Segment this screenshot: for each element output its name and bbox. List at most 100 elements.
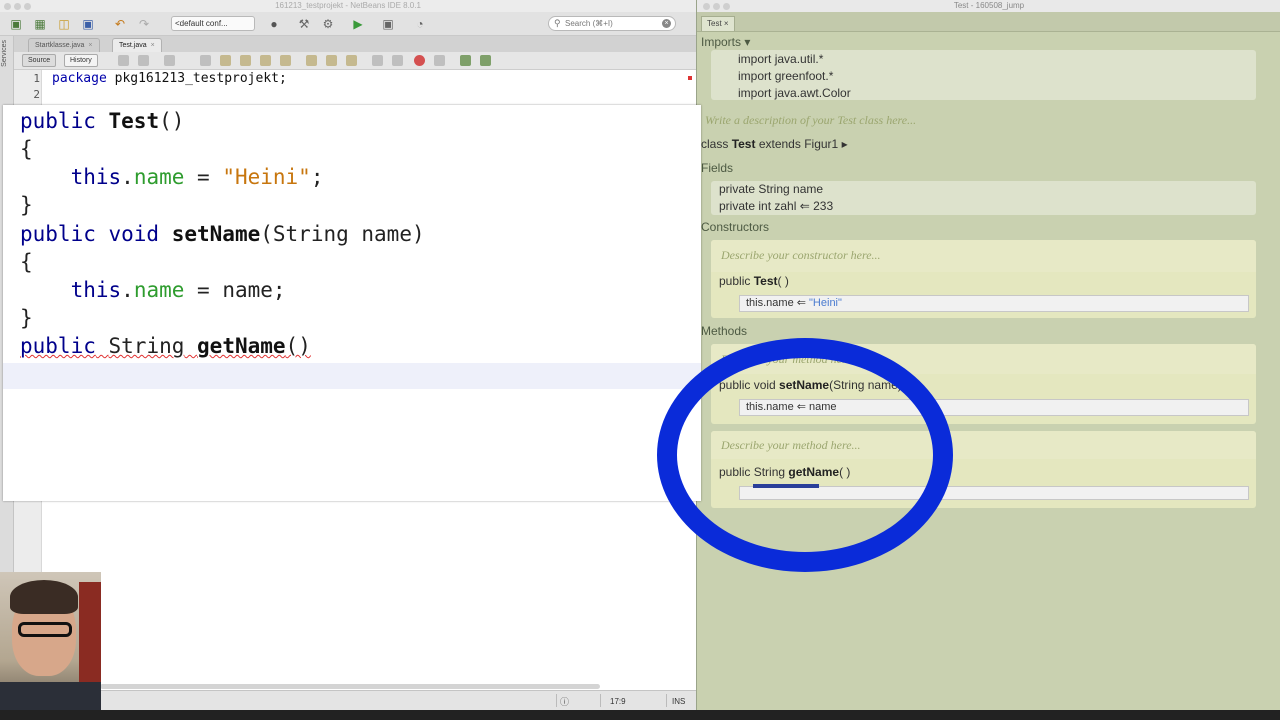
methods-header: Methods [701,324,748,338]
insert-mode: INS [672,697,686,706]
start-macro-icon[interactable] [414,55,425,66]
history-mode-button[interactable]: History [64,54,98,67]
find-next-icon[interactable] [240,55,251,66]
zoom-code-line: public void setName(String name) [20,222,425,246]
source-mode-button[interactable]: Source [22,54,57,67]
new-file-icon[interactable]: ▣ [8,16,24,32]
greenfoot-tab-bar: Test × [697,12,1280,32]
zoom-code-line: public String getName() [20,334,311,358]
status-divider [556,694,557,707]
constructor-statement[interactable]: this.name ⇐ "Heini" [739,295,1249,312]
expand-triangle-icon[interactable]: ▸ [842,137,848,151]
editor-tab-bar: Startklasse.java × Test.java × [14,36,696,52]
redo-icon[interactable]: ↷ [136,16,152,32]
imports-header[interactable]: Imports ▾ [701,35,750,49]
search-input[interactable]: ⚲ Search (⌘+I) × [548,16,676,31]
editor-toolbar: Source History [14,52,696,70]
toggle-bookmark-icon[interactable] [346,55,357,66]
find-icon[interactable] [200,55,211,66]
close-tab-icon[interactable]: × [151,42,155,49]
status-bar: ⓘ 17:9 INS [0,690,696,710]
field-line[interactable]: private int zahl ⇐ 233 [719,199,833,213]
save-all-icon[interactable]: ▣ [80,16,96,32]
debug-icon[interactable]: ▣ [380,16,396,32]
zoom-code-line: { [20,250,33,274]
zoomed-code-overlay: public Test() { this.name = "Heini"; } p… [3,105,701,501]
zoom-code-line: } [20,306,33,330]
shift-right-icon[interactable] [392,55,403,66]
fields-block[interactable]: private String name private int zahl ⇐ 2… [711,181,1256,215]
zoom-window-button[interactable] [723,3,730,10]
constructor-block[interactable]: Describe your constructor here... public… [711,240,1256,318]
search-placeholder: Search (⌘+I) [565,19,613,28]
find-selection-icon[interactable] [260,55,271,66]
search-icon: ⚲ [554,18,561,28]
line-number: 2 [33,88,40,101]
open-project-icon[interactable]: ◫ [56,16,72,32]
status-divider [666,694,667,707]
webcam-hair [10,580,78,614]
zoom-code-line: { [20,137,33,161]
class-declaration[interactable]: class Test extends Figur1 ▸ [701,137,848,151]
code-text: pkg161213_testprojekt; [106,71,287,86]
constructor-description[interactable]: Describe your constructor here... [721,248,881,263]
line-number: 1 [33,72,40,85]
status-divider [600,694,601,707]
horizontal-scrollbar[interactable] [100,684,600,689]
tab-test[interactable]: Test × [701,16,735,31]
close-window-button[interactable] [703,3,710,10]
zoom-code-line: this.name = "Heini"; [70,165,324,189]
close-tab-icon[interactable]: × [724,19,729,28]
stop-macro-icon[interactable] [434,55,445,66]
run-icon[interactable]: ▶ [350,16,366,32]
profile-icon[interactable]: ◔ [412,16,428,32]
zoom-code-line: } [20,193,33,217]
minimize-window-button[interactable] [713,3,720,10]
next-bookmark-icon[interactable] [326,55,337,66]
clear-search-icon[interactable]: × [662,19,671,28]
tab-label: Startklasse.java [35,42,85,49]
caret-position: 17:9 [610,697,626,706]
new-project-icon[interactable]: ▦ [32,16,48,32]
webcam-glasses [18,622,72,637]
find-previous-icon[interactable] [220,55,231,66]
services-label[interactable]: Services [1,40,8,67]
back-icon[interactable] [118,55,129,66]
previous-bookmark-icon[interactable] [306,55,317,66]
close-tab-icon[interactable]: × [88,42,92,49]
greenfoot-window-title: Test - 160508_jump [953,1,1025,10]
error-marker[interactable] [688,76,692,80]
uncomment-icon[interactable] [480,55,491,66]
constructor-signature[interactable]: public Test( ) [719,274,789,288]
tab-label: Test [707,19,722,28]
webcam-overlay [0,572,101,720]
comment-icon[interactable] [460,55,471,66]
code-line: package pkg161213_testprojekt; [52,71,287,86]
expand-triangle-icon[interactable]: ▾ [744,35,750,49]
globe-icon[interactable]: ● [266,16,282,32]
import-line[interactable]: import greenfoot.* [738,69,833,83]
build-hammer-icon[interactable]: ⚒ [296,16,312,32]
forward-icon[interactable] [138,55,149,66]
current-line-highlight [3,363,701,389]
netbeans-window-title: 161213_testprojekt - NetBeans IDE 8.0.1 [275,1,421,10]
zoom-window-button[interactable] [24,3,31,10]
field-line[interactable]: private String name [719,182,823,196]
clean-build-icon[interactable]: ⚙ [320,16,336,32]
imports-block[interactable]: import java.util.* import greenfoot.* im… [711,50,1256,100]
class-description[interactable]: Write a description of your Test class h… [705,113,916,128]
import-line[interactable]: import java.awt.Color [738,86,851,100]
tab-startklasse[interactable]: Startklasse.java × [28,38,100,52]
close-window-button[interactable] [4,3,11,10]
tab-test-java[interactable]: Test.java × [112,38,162,52]
last-edit-icon[interactable] [164,55,175,66]
notifications-icon[interactable]: ⓘ [560,695,569,708]
minimize-window-button[interactable] [14,3,21,10]
import-line[interactable]: import java.util.* [738,52,823,66]
main-toolbar: ▣ ▦ ◫ ▣ ↶ ↷ <default conf... ● ⚒ ⚙ ▶ ▣ ◔… [0,12,696,36]
configuration-select[interactable]: <default conf... [171,16,255,31]
shift-left-icon[interactable] [372,55,383,66]
toggle-highlight-icon[interactable] [280,55,291,66]
code-keyword: package [52,71,107,86]
undo-icon[interactable]: ↶ [112,16,128,32]
